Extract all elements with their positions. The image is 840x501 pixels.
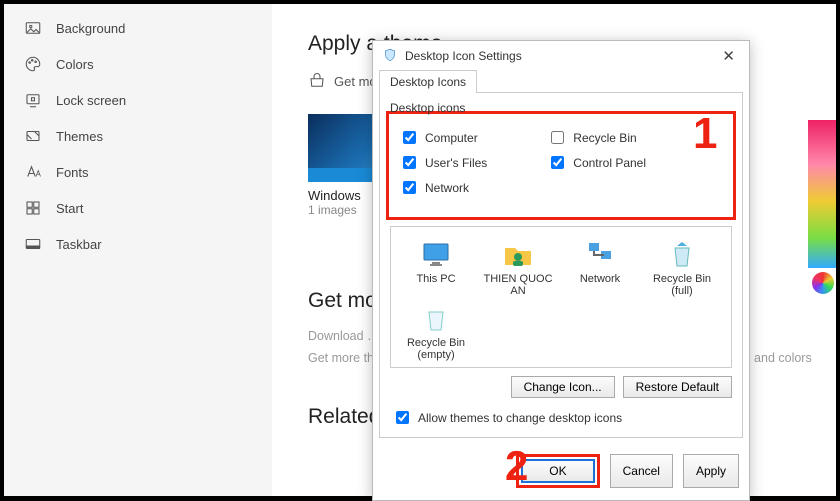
check-network[interactable]: Network [399, 178, 487, 197]
desktop-icon-settings-dialog: Desktop Icon Settings ✕ Desktop Icons De… [372, 40, 750, 501]
tab-desktop-icons[interactable]: Desktop Icons [379, 70, 477, 93]
sidebar-item-taskbar[interactable]: Taskbar [4, 226, 272, 262]
check-recycle-bin[interactable]: Recycle Bin [547, 128, 646, 147]
sidebar-item-label: Themes [56, 129, 103, 144]
sidebar-item-label: Lock screen [56, 93, 126, 108]
shield-icon [383, 48, 397, 65]
sidebar-item-label: Start [56, 201, 83, 216]
annotation-box-2: OK [516, 454, 599, 488]
sidebar-item-label: Fonts [56, 165, 89, 180]
image-icon [24, 19, 42, 37]
sidebar-item-start[interactable]: Start [4, 190, 272, 226]
allow-themes-checkbox[interactable]: Allow themes to change desktop icons [392, 408, 732, 427]
sidebar-item-label: Background [56, 21, 125, 36]
taskbar-icon [24, 235, 42, 253]
icon-preview-grid[interactable]: This PC THIEN QUOC AN Network Recycle Bi… [390, 226, 732, 368]
sidebar-item-themes[interactable]: Themes [4, 118, 272, 154]
dialog-title: Desktop Icon Settings [405, 49, 522, 63]
icon-network[interactable]: Network [559, 237, 641, 297]
restore-default-button[interactable]: Restore Default [623, 376, 732, 398]
annotation-number-2: 2 [505, 442, 528, 490]
annotation-number-1: 1 [693, 109, 717, 159]
sidebar-item-colors[interactable]: Colors [4, 46, 272, 82]
check-users-files[interactable]: User's Files [399, 153, 487, 172]
apply-button[interactable]: Apply [683, 454, 739, 488]
change-icon-button[interactable]: Change Icon... [511, 376, 615, 398]
check-control-panel[interactable]: Control Panel [547, 153, 646, 172]
fonts-icon [24, 163, 42, 181]
icon-this-pc[interactable]: This PC [395, 237, 477, 297]
icon-recycle-empty[interactable]: Recycle Bin (empty) [395, 301, 477, 361]
icon-user-folder[interactable]: THIEN QUOC AN [477, 237, 559, 297]
settings-sidebar: Background Colors Lock screen Themes Fon… [4, 4, 272, 496]
store-icon [308, 72, 326, 90]
icon-recycle-full[interactable]: Recycle Bin (full) [641, 237, 723, 297]
sidebar-item-lockscreen[interactable]: Lock screen [4, 82, 272, 118]
themes-icon [24, 127, 42, 145]
sidebar-item-label: Colors [56, 57, 94, 72]
annotation-box-1: Computer User's Files Network Recycle Bi… [386, 111, 736, 220]
start-icon [24, 199, 42, 217]
palette-icon [24, 55, 42, 73]
cancel-button[interactable]: Cancel [610, 454, 673, 488]
check-computer[interactable]: Computer [399, 128, 487, 147]
theme-preview-strip [808, 120, 836, 268]
lock-screen-icon [24, 91, 42, 109]
ok-button[interactable]: OK [521, 459, 594, 483]
sidebar-item-label: Taskbar [56, 237, 102, 252]
sidebar-item-fonts[interactable]: Fonts [4, 154, 272, 190]
close-icon[interactable]: ✕ [718, 47, 739, 65]
sidebar-item-background[interactable]: Background [4, 10, 272, 46]
